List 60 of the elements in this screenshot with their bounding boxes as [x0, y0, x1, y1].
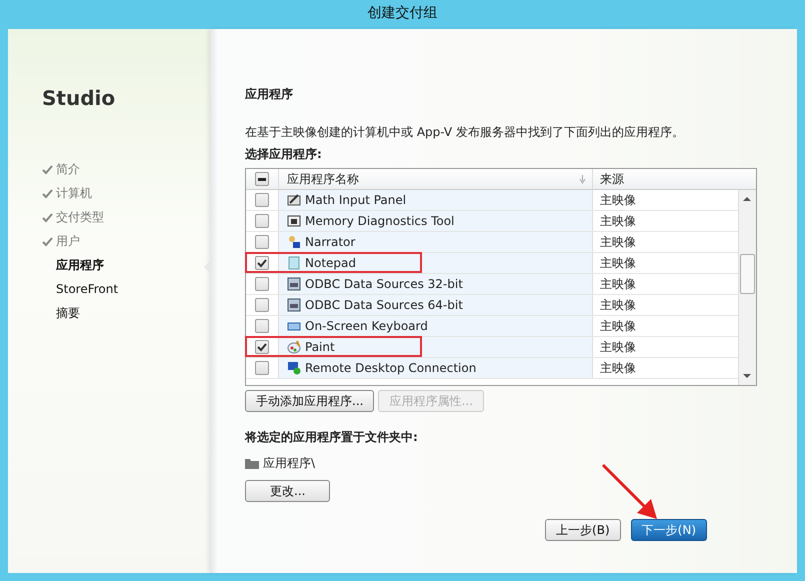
- row-checkbox[interactable]: [255, 340, 269, 354]
- dash-icon: [258, 178, 266, 180]
- scroll-up-icon[interactable]: [743, 196, 751, 201]
- window-title: 创建交付组: [366, 4, 438, 23]
- palette-icon: [287, 340, 301, 354]
- row-checkbox[interactable]: [255, 298, 269, 312]
- source-text: 主映像: [600, 276, 636, 293]
- sort-icon[interactable]: [579, 174, 586, 184]
- column-header[interactable]: 应用程序名称: [287, 170, 359, 188]
- application-name: Math Input Panel: [305, 192, 406, 209]
- wizard-step[interactable]: 应用程序: [56, 256, 104, 274]
- wizard-step[interactable]: 交付类型: [56, 208, 104, 226]
- source-text: 主映像: [600, 318, 636, 335]
- description-text: 在基于主映像创建的计算机中或 App-V 发布服务器中找到了下面列出的应用程序。: [245, 124, 685, 141]
- change-button[interactable]: 更改...: [245, 480, 330, 502]
- row-checkbox[interactable]: [255, 256, 269, 270]
- scrollbar[interactable]: [738, 190, 756, 385]
- database-icon: [287, 298, 301, 312]
- header-checkbox[interactable]: [255, 172, 269, 186]
- source-text: 主映像: [600, 360, 636, 377]
- row-checkbox[interactable]: [255, 193, 269, 207]
- source-text: 主映像: [600, 213, 636, 230]
- application-name: Notepad: [305, 255, 356, 272]
- select-label: 选择应用程序:: [245, 146, 323, 163]
- row-checkbox[interactable]: [255, 235, 269, 249]
- folder-path: 应用程序\: [263, 455, 316, 472]
- row-checkbox[interactable]: [255, 277, 269, 291]
- database-icon: [287, 277, 301, 291]
- section-heading: 应用程序: [245, 86, 294, 103]
- wizard-step[interactable]: StoreFront: [56, 280, 118, 298]
- add-application-button[interactable]: 手动添加应用程序...: [245, 390, 374, 412]
- app-title: Studio: [42, 85, 116, 112]
- application-name: On-Screen Keyboard: [305, 318, 428, 335]
- row-checkbox[interactable]: [255, 361, 269, 375]
- column-header[interactable]: 来源: [600, 170, 624, 188]
- source-text: 主映像: [600, 255, 636, 272]
- folder-icon: [245, 458, 259, 468]
- source-text: 主映像: [600, 234, 636, 251]
- scrollbar-thumb[interactable]: [740, 254, 755, 294]
- pen-tablet-icon: [287, 193, 301, 207]
- application-name: Memory Diagnostics Tool: [305, 213, 454, 230]
- wizard-step[interactable]: 计算机: [56, 184, 92, 202]
- row-checkbox[interactable]: [255, 319, 269, 333]
- application-name: ODBC Data Sources 64-bit: [305, 297, 463, 314]
- source-text: 主映像: [600, 297, 636, 314]
- wizard-step[interactable]: 摘要: [56, 304, 80, 322]
- next-button[interactable]: 下一步(N): [630, 519, 707, 541]
- back-button[interactable]: 上一步(B): [545, 519, 621, 541]
- scroll-down-icon[interactable]: [743, 374, 751, 379]
- folder-label: 将选定的应用程序置于文件夹中:: [245, 429, 419, 446]
- application-name: Narrator: [305, 234, 356, 251]
- wizard-step[interactable]: 简介: [56, 160, 80, 178]
- application-name: ODBC Data Sources 32-bit: [305, 276, 463, 293]
- wizard-step[interactable]: 用户: [56, 232, 80, 250]
- application-name: Remote Desktop Connection: [305, 360, 476, 377]
- source-text: 主映像: [600, 192, 636, 209]
- notepad-icon: [287, 256, 301, 270]
- source-text: 主映像: [600, 339, 636, 356]
- row-checkbox[interactable]: [255, 214, 269, 228]
- application-name: Paint: [305, 339, 335, 356]
